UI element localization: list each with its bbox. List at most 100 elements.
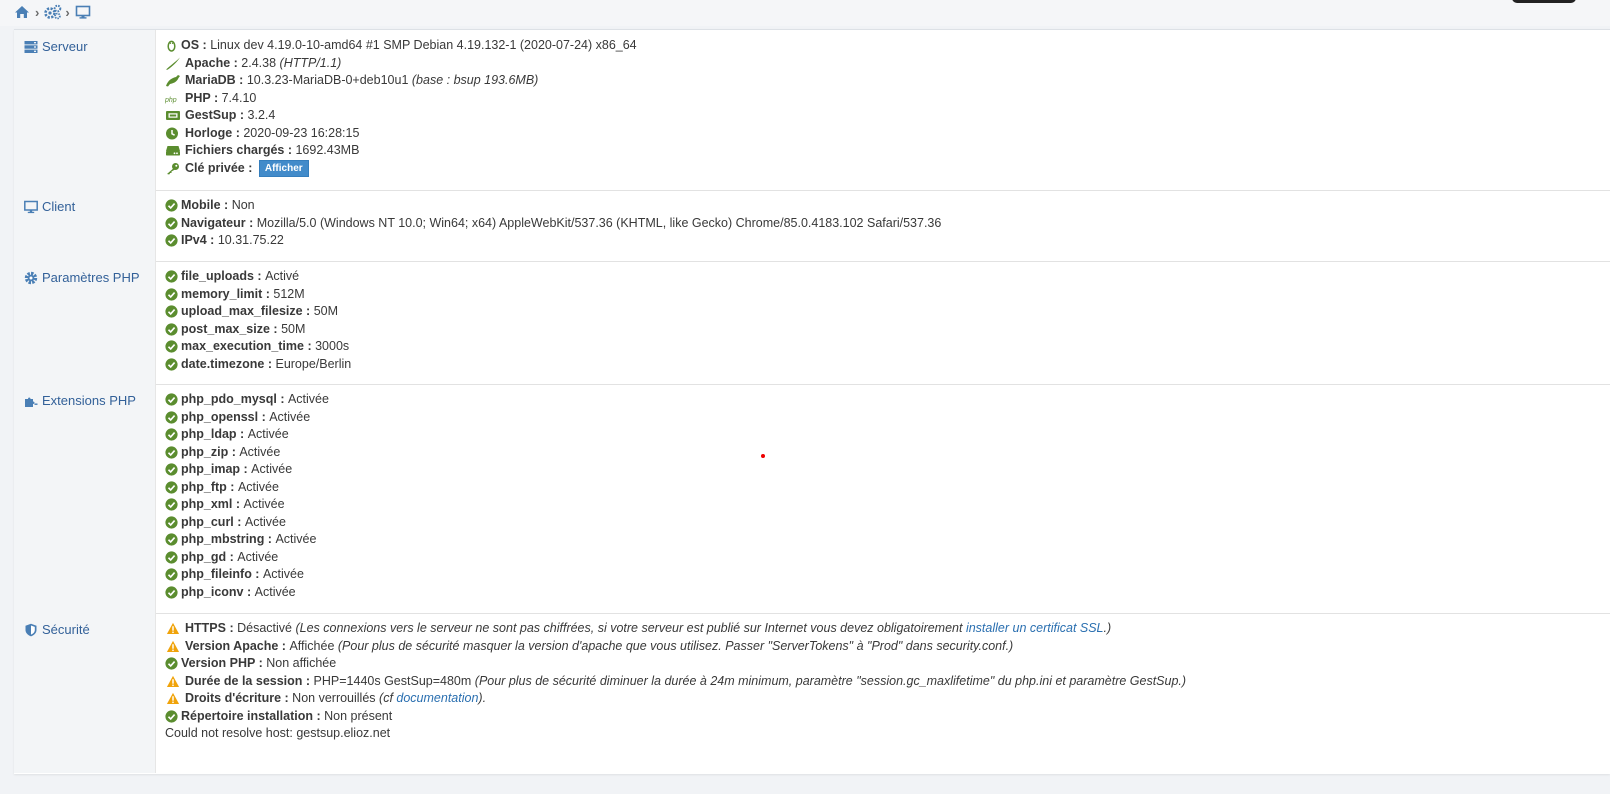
- check-circle-icon: [165, 710, 178, 723]
- section-securite: Sécurité HTTPS : Désactivé (Les connexio…: [14, 613, 1610, 773]
- apache-feather-icon: [165, 57, 181, 70]
- section-label-cell: Sécurité: [14, 613, 156, 773]
- param-item: date.timezone : Europe/Berlin: [165, 356, 351, 374]
- install-ssl-link[interactable]: installer un certificat SSL: [966, 620, 1104, 638]
- check-circle-icon: [165, 481, 178, 494]
- linux-icon: [165, 39, 178, 52]
- check-circle-icon: [165, 411, 178, 424]
- extension-item: php_pdo_mysql : Activée: [165, 391, 329, 409]
- extension-item: php_curl : Activée: [165, 514, 329, 532]
- extension-item: php_openssl : Activée: [165, 409, 329, 427]
- param-item: post_max_size : 50M: [165, 321, 351, 339]
- extension-item: php_gd : Activée: [165, 549, 329, 567]
- top-right-button[interactable]: [1512, 0, 1576, 3]
- info-cle-privee: Clé privée : Afficher: [165, 159, 637, 178]
- security-write-rights: Droits d'écriture : Non verrouillés (cf …: [165, 690, 1186, 708]
- check-circle-icon: [165, 463, 178, 476]
- section-title-client: Client: [42, 199, 76, 214]
- desktop-icon: [24, 200, 38, 214]
- ticket-icon: [165, 109, 181, 122]
- info-apache: Apache : 2.4.38 (HTTP/1.1): [165, 55, 637, 73]
- section-title-extensions-php: Extensions PHP: [42, 393, 136, 408]
- security-php-version: Version PHP : Non affichée: [165, 655, 1186, 673]
- cursor-dot: [761, 454, 765, 458]
- security-apache-version: Version Apache : Affichée (Pour plus de …: [165, 638, 1186, 656]
- check-circle-icon: [165, 305, 178, 318]
- breadcrumb-separator: ›: [65, 4, 70, 20]
- info-mariadb: MariaDB : 10.3.23-MariaDB-0+deb10u1 (bas…: [165, 72, 637, 90]
- warning-icon: [165, 640, 181, 653]
- info-ipv4: IPv4 : 10.31.75.22: [165, 232, 941, 250]
- puzzle-icon: [24, 394, 38, 408]
- info-mobile: Mobile : Non: [165, 197, 941, 215]
- resolve-host-error: Could not resolve host: gestsup.elioz.ne…: [165, 726, 391, 740]
- check-circle-icon: [165, 217, 178, 230]
- server-icon: [24, 40, 38, 54]
- info-os: OS : Linux dev 4.19.0-10-amd64 #1 SMP De…: [165, 37, 637, 55]
- param-item: upload_max_filesize : 50M: [165, 303, 351, 321]
- top-bar: [0, 0, 1610, 26]
- check-circle-icon: [165, 358, 178, 371]
- section-label-cell: Paramètres PHP: [14, 261, 156, 384]
- home-icon[interactable]: [14, 4, 30, 20]
- system-info-panel: Serveur OS : Linux dev 4.19.0-10-amd64 #…: [14, 29, 1610, 774]
- info-fichiers: Fichiers chargés : 1692.43MB: [165, 142, 637, 160]
- svg-text:php: php: [165, 97, 177, 104]
- check-circle-icon: [165, 199, 178, 212]
- check-circle-icon: [165, 393, 178, 406]
- mariadb-seal-icon: [165, 74, 181, 87]
- info-navigateur: Navigateur : Mozilla/5.0 (Windows NT 10.…: [165, 215, 941, 233]
- check-circle-icon: [165, 234, 178, 247]
- section-label-cell: Extensions PHP: [14, 384, 156, 613]
- check-circle-icon: [165, 568, 178, 581]
- check-circle-icon: [165, 270, 178, 283]
- section-serveur: Serveur OS : Linux dev 4.19.0-10-amd64 #…: [14, 30, 1610, 191]
- section-extensions-php: Extensions PHP php_pdo_mysql : Activée p…: [14, 384, 1610, 614]
- info-php: php PHP : 7.4.10: [164, 90, 257, 105]
- warning-icon: [165, 675, 181, 688]
- extension-item: php_fileinfo : Activée: [165, 566, 329, 584]
- param-item: file_uploads : Activé: [165, 268, 351, 286]
- section-label-cell: Client: [14, 190, 156, 261]
- gear-icon: [24, 271, 38, 285]
- check-circle-icon: [165, 586, 178, 599]
- documentation-link[interactable]: documentation: [396, 690, 478, 708]
- extension-item: php_iconv : Activée: [165, 584, 329, 602]
- clock-icon: [165, 127, 181, 140]
- desktop-icon[interactable]: [75, 4, 91, 20]
- section-client: Client Mobile : Non Navigateur : Mozilla…: [14, 190, 1610, 262]
- check-circle-icon: [165, 498, 178, 511]
- extension-item: php_xml : Activée: [165, 496, 329, 514]
- extension-item: php_mbstring : Activée: [165, 531, 329, 549]
- param-item: memory_limit : 512M: [165, 286, 351, 304]
- key-icon: [165, 162, 181, 175]
- security-install-dir: Répertoire installation : Non présent: [165, 708, 1186, 726]
- cogs-icon[interactable]: [44, 4, 62, 20]
- section-title-securite: Sécurité: [42, 622, 90, 637]
- security-https: HTTPS : Désactivé (Les connexions vers l…: [165, 620, 1186, 638]
- check-circle-icon: [165, 340, 178, 353]
- warning-icon: [165, 692, 181, 705]
- check-circle-icon: [165, 323, 178, 336]
- extension-item: php_imap : Activée: [165, 461, 329, 479]
- check-circle-icon: [165, 446, 178, 459]
- info-gestsup: GestSup : 3.2.4: [165, 107, 637, 125]
- extension-item: php_zip : Activée: [165, 444, 329, 462]
- section-parametres-php: Paramètres PHP file_uploads : Activé mem…: [14, 261, 1610, 385]
- section-title-parametres-php: Paramètres PHP: [42, 270, 140, 285]
- breadcrumb-separator: ›: [35, 4, 40, 20]
- extension-item: php_ftp : Activée: [165, 479, 329, 497]
- check-circle-icon: [165, 533, 178, 546]
- hdd-icon: [165, 144, 181, 157]
- check-circle-icon: [165, 428, 178, 441]
- php-icon: php: [164, 92, 181, 105]
- section-title-serveur: Serveur: [42, 39, 88, 54]
- shield-icon: [24, 623, 38, 637]
- breadcrumb: › ›: [14, 4, 91, 20]
- section-label-cell: Serveur: [14, 30, 156, 190]
- info-horloge: Horloge : 2020-09-23 16:28:15: [165, 125, 637, 143]
- show-private-key-button[interactable]: Afficher: [258, 159, 309, 177]
- check-circle-icon: [165, 288, 178, 301]
- check-circle-icon: [165, 657, 178, 670]
- warning-icon: [165, 622, 181, 635]
